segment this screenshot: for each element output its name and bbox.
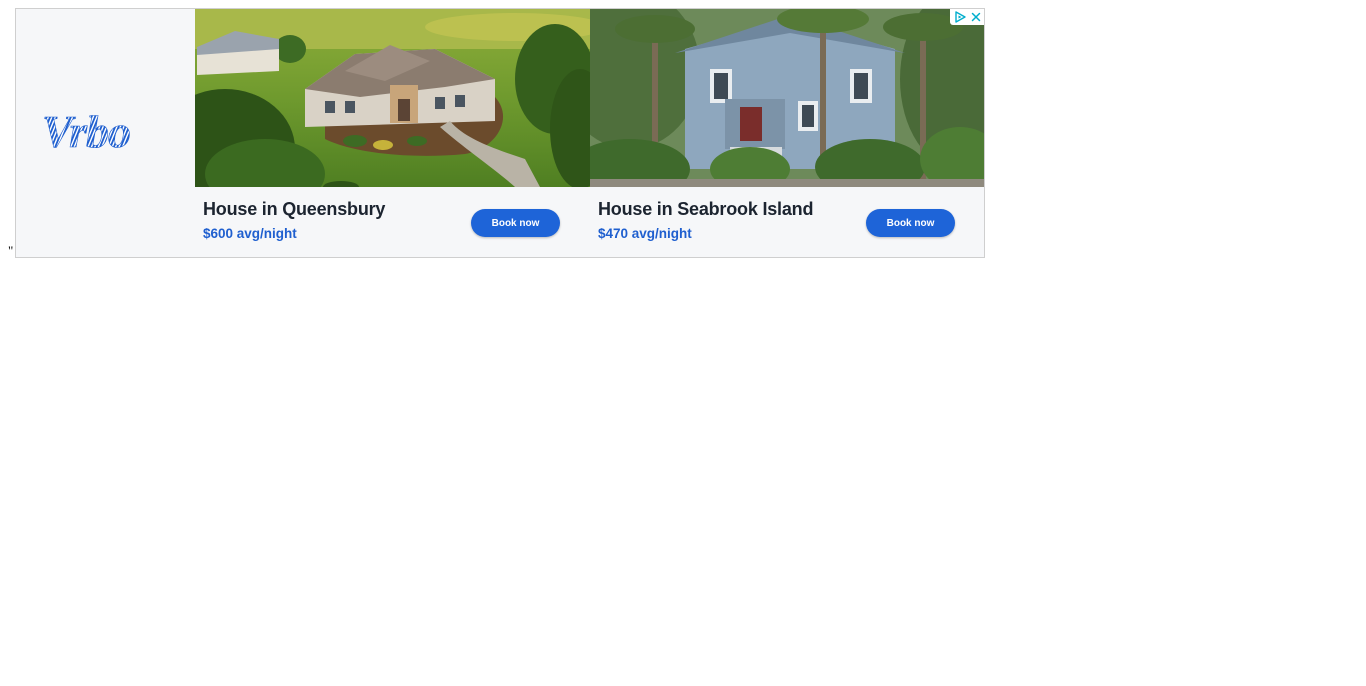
listing-card-queensbury[interactable]: House in Queensbury $600 avg/night Book … <box>195 9 590 257</box>
listing-title[interactable]: House in Seabrook Island <box>598 199 813 220</box>
adchoices-icon[interactable] <box>952 9 968 25</box>
adchoices-bar[interactable] <box>950 9 984 25</box>
book-now-button[interactable]: Book now <box>471 209 560 237</box>
listing-card-seabrook-island[interactable]: House in Seabrook Island $470 avg/night … <box>590 9 985 257</box>
book-now-button[interactable]: Book now <box>866 209 955 237</box>
listing-price: $600 avg/night <box>203 226 297 241</box>
listing-photo-queensbury[interactable] <box>195 9 590 187</box>
vrbo-display-ad[interactable]: Vrbo Vrbo House in Queensbury $600 avg/n… <box>15 8 985 258</box>
brand-panel[interactable]: Vrbo Vrbo <box>16 9 195 257</box>
stray-quote-text: " <box>8 243 14 258</box>
close-icon[interactable] <box>968 9 984 25</box>
listing-photo-seabrook-island[interactable] <box>590 9 985 187</box>
svg-text:Vrbo: Vrbo <box>42 109 130 157</box>
listing-title[interactable]: House in Queensbury <box>203 199 385 220</box>
listing-price: $470 avg/night <box>598 226 692 241</box>
vrbo-logo: Vrbo Vrbo <box>42 109 131 157</box>
